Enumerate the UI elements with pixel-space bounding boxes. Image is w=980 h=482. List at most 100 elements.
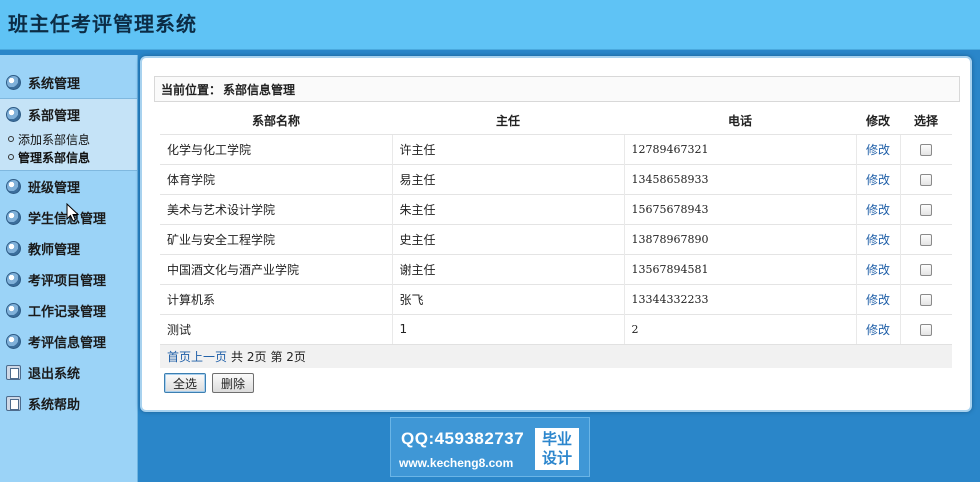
disc-icon [6, 334, 21, 349]
breadcrumb-current: 系部信息管理 [223, 82, 296, 97]
table-row: 中国酒文化与酒产业学院 谢主任 13567894581 修改 [160, 253, 952, 284]
disc-icon [6, 179, 21, 194]
sidebar-item-label: 系统管理 [28, 77, 81, 92]
ad-badge: 毕业 设计 [535, 428, 579, 470]
cell-director: 史主任 [391, 223, 624, 254]
delete-button[interactable]: 删除 [212, 373, 255, 393]
submenu-item-label: 管理系部信息 [18, 150, 91, 165]
sidebar-item-label: 系统帮助 [28, 398, 81, 413]
sidebar-item-system[interactable]: 系统管理 [0, 67, 137, 98]
ad-qq-text: QQ:459382737 [401, 429, 525, 448]
disc-icon [6, 210, 21, 225]
table-row: 计算机系 张飞 13344332233 修改 [160, 283, 952, 314]
cell-name: 矿业与安全工程学院 [160, 223, 392, 254]
column-header-name: 系部名称 [160, 108, 392, 134]
table-row: 美术与艺术设计学院 朱主任 15675678943 修改 [160, 193, 952, 224]
sidebar-item-logout[interactable]: 退出系统 [0, 357, 137, 388]
edit-link[interactable]: 修改 [855, 223, 900, 254]
cell-director: 朱主任 [391, 193, 624, 224]
cell-name: 化学与化工学院 [160, 133, 392, 164]
cell-name: 测试 [160, 313, 392, 344]
bullet-icon [8, 136, 14, 142]
cell-name: 美术与艺术设计学院 [160, 193, 392, 224]
app-header: 班主任考评管理系统 [0, 0, 980, 50]
sidebar-item-class[interactable]: 班级管理 [0, 171, 137, 202]
ad-badge-line2: 设计 [541, 449, 572, 467]
disc-icon [6, 75, 21, 90]
row-checkbox[interactable] [920, 263, 933, 276]
sidebar-group-department: 系部管理 添加系部信息 管理系部信息 [0, 98, 137, 171]
table-row: 化学与化工学院 许主任 12789467321 修改 [160, 133, 952, 164]
prev-page-link[interactable]: 上一页 [191, 348, 227, 365]
cell-phone: 12789467321 [623, 133, 856, 164]
sidebar-item-teacher[interactable]: 教师管理 [0, 233, 137, 264]
door-icon [6, 396, 21, 411]
edit-link[interactable]: 修改 [855, 313, 900, 344]
sidebar-item-evaluation-project[interactable]: 考评项目管理 [0, 264, 137, 295]
cell-phone: 2 [623, 313, 856, 344]
content-panel: 当前位置： 系部信息管理 系部名称 主任 电话 修改 选择 化学与化工学院 许主… [140, 56, 972, 412]
cell-director: 张飞 [391, 283, 624, 314]
bullet-icon [8, 154, 14, 160]
cell-name: 中国酒文化与酒产业学院 [160, 253, 392, 284]
sidebar-item-department[interactable]: 系部管理 [0, 99, 137, 130]
column-header-director: 主任 [392, 108, 624, 134]
sidebar-item-label: 考评信息管理 [28, 336, 107, 351]
edit-link[interactable]: 修改 [855, 133, 900, 164]
row-checkbox[interactable] [920, 143, 933, 156]
sidebar-item-work-record[interactable]: 工作记录管理 [0, 295, 137, 326]
cell-director: 易主任 [391, 163, 624, 194]
first-page-link[interactable]: 首页 [167, 348, 191, 365]
column-header-select: 选择 [900, 108, 952, 134]
column-header-edit: 修改 [856, 108, 900, 134]
cell-director: 1 [391, 313, 624, 344]
edit-link[interactable]: 修改 [855, 163, 900, 194]
column-header-phone: 电话 [624, 108, 856, 134]
table-row: 测试 1 2 修改 [160, 313, 952, 344]
sidebar-item-label: 班级管理 [28, 181, 81, 196]
pagination: 首页 上一页 共 2页 第 2页 [160, 344, 952, 368]
select-all-button[interactable]: 全选 [164, 373, 207, 393]
ad-url-text: www.kecheng8.com [399, 456, 514, 470]
department-table: 系部名称 主任 电话 修改 选择 化学与化工学院 许主任 12789467321… [160, 108, 952, 344]
sidebar-item-evaluation-info[interactable]: 考评信息管理 [0, 326, 137, 357]
cell-name: 体育学院 [160, 163, 392, 194]
disc-icon [6, 272, 21, 287]
edit-link[interactable]: 修改 [855, 283, 900, 314]
action-buttons: 全选 删除 [164, 373, 255, 393]
ad-banner[interactable]: QQ:459382737 www.kecheng8.com 毕业 设计 [390, 417, 590, 477]
row-checkbox[interactable] [920, 203, 933, 216]
table-row: 体育学院 易主任 13458658933 修改 [160, 163, 952, 194]
submenu-item-label: 添加系部信息 [18, 132, 91, 147]
cell-phone: 15675678943 [623, 193, 856, 224]
submenu-item-manage-department[interactable]: 管理系部信息 [8, 148, 137, 166]
sidebar-item-label: 工作记录管理 [28, 305, 107, 320]
ad-badge-line1: 毕业 [541, 430, 572, 448]
row-checkbox[interactable] [920, 323, 933, 336]
sidebar-item-label: 退出系统 [28, 367, 81, 382]
disc-icon [6, 241, 21, 256]
disc-icon [6, 303, 21, 318]
submenu-item-add-department[interactable]: 添加系部信息 [8, 130, 137, 148]
current-page: 第 2页 [270, 350, 306, 364]
breadcrumb: 当前位置： 系部信息管理 [154, 76, 960, 102]
sidebar: 系统管理 系部管理 添加系部信息 管理系部信息 班级管理 学生信息管理 教师管理 [0, 55, 138, 482]
sidebar-item-label: 考评项目管理 [28, 274, 107, 289]
sidebar-item-help[interactable]: 系统帮助 [0, 388, 137, 419]
row-checkbox[interactable] [920, 293, 933, 306]
edit-link[interactable]: 修改 [855, 193, 900, 224]
total-pages: 共 2页 [231, 350, 267, 364]
breadcrumb-label: 当前位置： [161, 82, 222, 97]
cell-phone: 13878967890 [623, 223, 856, 254]
edit-link[interactable]: 修改 [855, 253, 900, 284]
cell-director: 谢主任 [391, 253, 624, 284]
mouse-cursor-icon [66, 203, 80, 222]
sidebar-item-label: 教师管理 [28, 243, 81, 258]
row-checkbox[interactable] [920, 173, 933, 186]
cell-phone: 13458658933 [623, 163, 856, 194]
sidebar-item-label: 系部管理 [28, 109, 81, 124]
cell-phone: 13567894581 [623, 253, 856, 284]
app-title: 班主任考评管理系统 [8, 12, 197, 36]
row-checkbox[interactable] [920, 233, 933, 246]
table-row: 矿业与安全工程学院 史主任 13878967890 修改 [160, 223, 952, 254]
